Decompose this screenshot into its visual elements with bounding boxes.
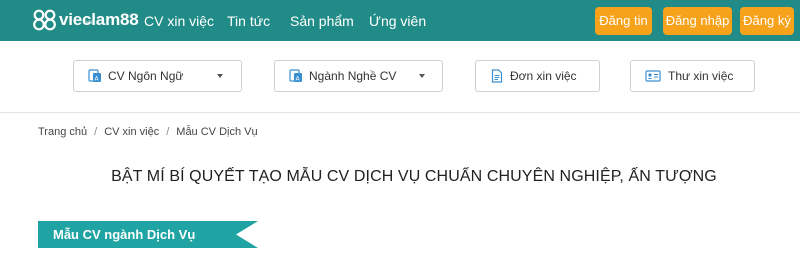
chevron-down-icon [217,74,223,78]
industry-select[interactable]: A Ngành Nghề CV [274,60,443,92]
logo-domain: .vn [84,20,93,26]
breadcrumb-cv-xin-viec[interactable]: CV xin việc [104,126,159,138]
cv-language-select[interactable]: A CV Ngôn Ngữ [73,60,242,92]
nav-tin-tuc[interactable]: Tin tức [227,13,270,29]
id-card-icon [645,69,661,83]
login-button[interactable]: Đăng nhập [663,7,732,35]
chevron-down-icon [419,74,425,78]
top-navbar: vieclam88 .vn CV xin việc Tin tức Sản ph… [0,0,800,41]
section-ribbon: Mẫu CV ngành Dịch Vụ [38,221,258,248]
breadcrumb-separator: / [94,126,98,138]
cover-letter-link[interactable]: Thư xin việc [630,60,755,92]
document-icon [490,69,504,83]
page-title: BẬT MÍ BÍ QUYẾT TẠO MẪU CV DỊCH VỤ CHUẨN… [111,168,717,185]
nav-cv-xin-viec[interactable]: CV xin việc [144,13,214,29]
breadcrumb-separator: / [166,126,170,138]
breadcrumb: Trang chủ / CV xin việc / Mẫu CV Dịch Vụ [38,126,258,138]
cv-language-label: CV Ngôn Ngữ [108,69,184,83]
breadcrumb-home[interactable]: Trang chủ [38,126,87,138]
industry-label: Ngành Nghề CV [309,69,397,83]
nav-ung-vien[interactable]: Ứng viên [369,13,426,29]
logo-icon [33,9,57,31]
cv-filter-bar: A CV Ngôn Ngữ A Ngành Nghề CV Đơn xin vi… [0,41,800,113]
post-job-button[interactable]: Đăng tin [595,7,652,35]
nav-san-pham[interactable]: Sản phẩm [290,13,354,29]
cover-letter-label: Thư xin việc [668,69,734,83]
section-title: Mẫu CV ngành Dịch Vụ [53,227,196,242]
language-doc-icon: A [289,69,303,83]
breadcrumb-current: Mẫu CV Dịch Vụ [176,126,258,138]
logo-text: vieclam88 [59,10,139,29]
register-button[interactable]: Đăng ký [740,7,794,35]
application-letter-label: Đơn xin việc [510,69,577,83]
application-letter-link[interactable]: Đơn xin việc [475,60,600,92]
language-doc-icon: A [88,69,102,83]
